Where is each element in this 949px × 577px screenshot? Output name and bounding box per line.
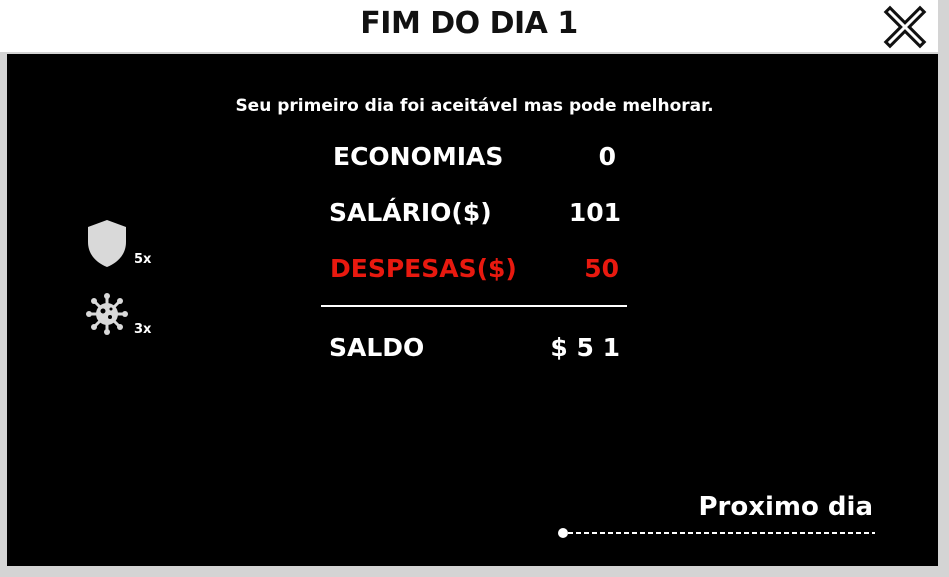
economias-label: ECONOMIAS (333, 142, 504, 171)
salario-label: SALÁRIO($) (329, 198, 492, 227)
saldo-label: SALDO (329, 333, 425, 362)
virus-icon (86, 293, 128, 335)
total-divider (321, 305, 627, 307)
next-day-button[interactable]: Proximo dia (699, 492, 874, 522)
despesas-label: DESPESAS($) (330, 254, 517, 283)
close-icon[interactable] (882, 4, 928, 50)
virus-count: 3x (134, 322, 152, 337)
page-title: FIM DO DIA 1 (360, 6, 578, 41)
economias-value: 0 (598, 142, 616, 171)
day-summary-panel (7, 54, 938, 566)
despesas-value: 50 (584, 254, 619, 283)
saldo-value: $ 5 1 (550, 333, 620, 362)
next-day-underline[interactable] (557, 526, 875, 540)
salario-value: 101 (568, 198, 621, 227)
shield-icon (88, 220, 126, 267)
summary-message: Seu primeiro dia foi aceitável mas pode … (235, 96, 714, 116)
shield-count: 5x (134, 252, 152, 267)
